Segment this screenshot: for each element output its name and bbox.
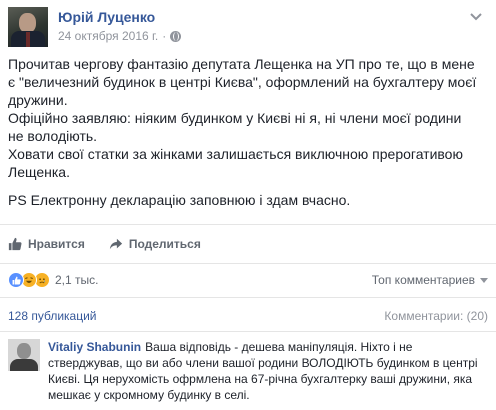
like-icon[interactable] [8,272,24,288]
share-label: Поделиться [128,237,201,251]
comments-summary-row: 128 публикаций Комментарии: (20) [8,307,488,325]
publications-link[interactable]: 128 публикаций [8,309,97,323]
divider [0,297,496,298]
commenter-avatar[interactable] [8,339,40,371]
reactions-count[interactable]: 2,1 тыс. [55,273,98,287]
post-author-name[interactable]: Юрій Луценко [58,9,155,25]
post-paragraph: Ховати свої статки за жінками залишаєтьс… [8,146,463,180]
globe-icon [170,30,182,42]
like-label: Нравится [28,237,85,251]
sort-label: Топ комментариев [371,273,475,287]
reactions-row: 2,1 тыс. Топ комментариев [8,267,488,293]
chevron-down-icon[interactable] [468,10,484,24]
post-paragraph: Прочитав чергову фантазію депутата Лещен… [8,56,477,108]
divider [0,331,496,332]
share-arrow-icon [109,238,122,250]
share-button[interactable]: Поделиться [109,237,201,251]
post-date[interactable]: 24 октября 2016 г. [58,29,158,43]
post-meta: 24 октября 2016 г. · [58,29,182,43]
comments-count: Комментарии: (20) [384,309,488,323]
post-text: Прочитав чергову фантазію депутата Лещен… [8,55,480,209]
thumbs-up-icon [8,237,22,251]
dropdown-triangle-icon [480,277,488,283]
meta-separator: · [162,29,167,43]
like-button[interactable]: Нравится [8,237,85,251]
commenter-name[interactable]: Vitaliy Shabunin [48,340,141,354]
post-header: Юрій Луценко 24 октября 2016 г. · [8,7,488,47]
post-paragraph: PS Електронну декларацію заповнюю і здам… [8,192,351,208]
author-avatar[interactable] [8,7,48,47]
comments-sort-dropdown[interactable]: Топ комментариев [372,273,488,287]
comment-body: Vitaliy Shabunin Ваша відповідь - дешева … [48,339,488,403]
post-paragraph: Офіційно заявляю: ніяким будинком у Києв… [8,110,462,144]
post-actions-bar: Нравится Поделиться [0,224,496,264]
